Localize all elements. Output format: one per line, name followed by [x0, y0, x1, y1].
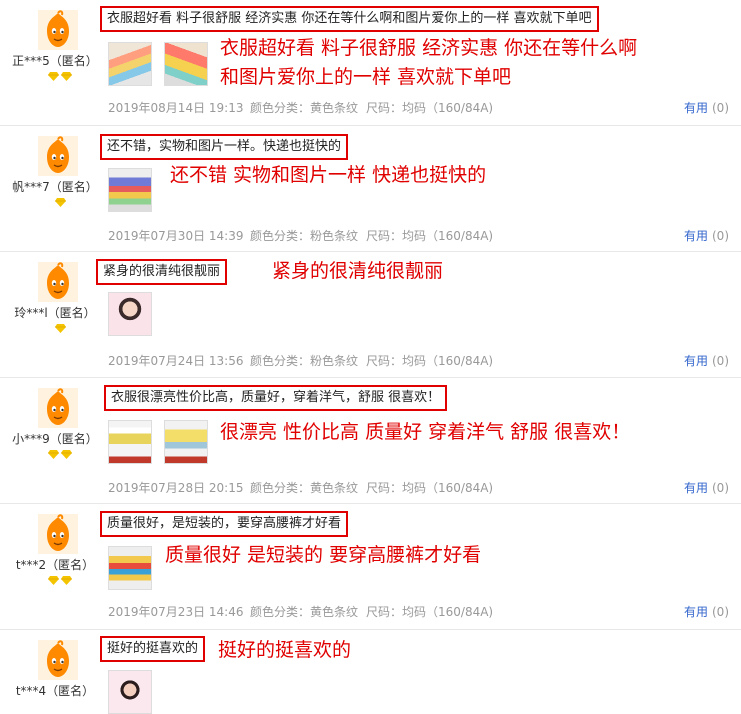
annotation-line: 和图片爱你上的一样 喜欢就下单吧 [220, 66, 512, 88]
review-item: t***2（匿名） 质量很好，是短装的，要穿高腰裤才好看质量很好 是短装的 要穿高… [0, 504, 741, 630]
review-text: 挺好的挺喜欢的 [100, 636, 206, 662]
annotation-line: 挺好的挺喜欢的 [218, 639, 352, 661]
review-date: 2019年07月30日 14:39 [108, 229, 244, 243]
reviewer-name: 小***9（匿名） [12, 432, 98, 446]
diamond-icon [54, 198, 66, 207]
helpful-count: (0) [712, 101, 729, 115]
annotation-text: 还不错 实物和图片一样 快递也挺快的 [170, 161, 486, 190]
user-level-badge [36, 450, 84, 459]
helpful-button[interactable]: 有用 (0) [684, 603, 729, 620]
review-text: 衣服很漂亮性价比高，质量好，穿着洋气，舒服 很喜欢！ [104, 385, 448, 411]
annotation-line: 很漂亮 性价比高 质量好 穿着洋气 舒服 很喜欢！ [220, 421, 631, 443]
review-item: 帆***7（匿名） 还不错，实物和图片一样。快递也挺快的还不错 实物和图片一样 快… [0, 126, 741, 252]
review-list: 正***5（匿名） 衣服超好看 料子很舒服 经济实惠 你还在等什么啊和图片爱你上的… [0, 0, 741, 714]
review-photo-thumbnail[interactable] [108, 42, 152, 86]
review-item: 玲***l（匿名） 紧身的很清纯很靓丽 紧身的很清纯很靓丽 2019年07月24日 1… [0, 252, 741, 378]
annotation-line: 衣服超好看 料子很舒服 经济实惠 你还在等什么啊 [220, 37, 638, 59]
helpful-label[interactable]: 有用 [684, 354, 708, 368]
diamond-icon [54, 324, 66, 333]
diamond-icon [61, 576, 72, 585]
user-avatar[interactable] [38, 640, 78, 680]
size-variant: 尺码：均码（160/84A) [366, 101, 494, 115]
review-item: 小***9（匿名） 衣服很漂亮性价比高，质量好，穿着洋气，舒服 很喜欢！ 很漂亮 性… [0, 378, 741, 504]
review-photo-thumbnail[interactable] [108, 546, 152, 590]
review-photo-thumbnail[interactable] [108, 292, 152, 336]
user-avatar[interactable] [38, 262, 78, 302]
size-variant: 尺码：均码（160/84A) [366, 605, 494, 619]
diamond-icon [48, 72, 59, 81]
user-level-badge [36, 324, 84, 333]
annotation-text: 很漂亮 性价比高 质量好 穿着洋气 舒服 很喜欢！ [220, 418, 630, 447]
review-photo-thumbnail[interactable] [164, 42, 208, 86]
color-variant: 颜色分类：黄色条纹 [250, 101, 359, 115]
helpful-count: (0) [712, 605, 729, 619]
size-variant: 尺码：均码（160/84A) [366, 481, 494, 495]
review-item: 正***5（匿名） 衣服超好看 料子很舒服 经济实惠 你还在等什么啊和图片爱你上的… [0, 0, 741, 126]
review-photo-thumbnail[interactable] [108, 670, 152, 714]
reviewer-name: t***2（匿名） [15, 558, 95, 572]
review-text: 紧身的很清纯很靓丽 [96, 259, 228, 285]
color-variant: 颜色分类：粉色条纹 [250, 229, 359, 243]
diamond-icon [48, 576, 59, 585]
reviewer-name: t***4（匿名） [15, 684, 95, 698]
color-variant: 颜色分类：黄色条纹 [250, 605, 359, 619]
helpful-label[interactable]: 有用 [684, 229, 708, 243]
color-variant: 颜色分类：粉色条纹 [250, 354, 359, 368]
helpful-label[interactable]: 有用 [684, 101, 708, 115]
user-level-badge [36, 72, 84, 81]
user-avatar[interactable] [38, 10, 78, 50]
annotation-line: 还不错 实物和图片一样 快递也挺快的 [170, 164, 487, 186]
user-avatar[interactable] [38, 388, 78, 428]
annotation-text: 挺好的挺喜欢的 [218, 636, 351, 665]
diamond-icon [61, 72, 72, 81]
size-variant: 尺码：均码（160/84A) [366, 354, 494, 368]
review-text: 还不错，实物和图片一样。快递也挺快的 [100, 134, 349, 160]
review-date: 2019年07月24日 13:56 [108, 354, 244, 368]
helpful-label[interactable]: 有用 [684, 605, 708, 619]
review-date: 2019年07月23日 14:46 [108, 605, 244, 619]
annotation-text: 紧身的很清纯很靓丽 [272, 257, 443, 286]
review-text: 衣服超好看 料子很舒服 经济实惠 你还在等什么啊和图片爱你上的一样 喜欢就下单吧 [100, 6, 599, 32]
helpful-button[interactable]: 有用 (0) [684, 352, 729, 369]
annotation-text: 质量很好 是短装的 要穿高腰裤才好看 [165, 541, 481, 570]
review-photo-thumbnail[interactable] [164, 420, 208, 464]
user-level-badge [36, 576, 84, 585]
reviewer-name: 帆***7（匿名） [12, 180, 98, 194]
review-item: t***4（匿名） 挺好的挺喜欢的 挺好的挺喜欢的 [0, 630, 741, 714]
review-date: 2019年07月28日 20:15 [108, 481, 244, 495]
review-text: 质量很好，是短装的，要穿高腰裤才好看 [100, 511, 349, 537]
color-variant: 颜色分类：黄色条纹 [250, 481, 359, 495]
review-date: 2019年08月14日 19:13 [108, 101, 244, 115]
diamond-icon [48, 450, 59, 459]
helpful-button[interactable]: 有用 (0) [684, 227, 729, 244]
annotation-line: 质量很好 是短装的 要穿高腰裤才好看 [165, 544, 482, 566]
review-photo-thumbnail[interactable] [108, 420, 152, 464]
review-photo-thumbnail[interactable] [108, 168, 152, 212]
helpful-count: (0) [712, 354, 729, 368]
annotation-line: 紧身的很清纯很靓丽 [272, 260, 444, 282]
diamond-icon [61, 450, 72, 459]
helpful-count: (0) [712, 229, 729, 243]
reviewer-name: 玲***l（匿名） [14, 306, 96, 320]
helpful-label[interactable]: 有用 [684, 481, 708, 495]
user-avatar[interactable] [38, 136, 78, 176]
helpful-count: (0) [712, 481, 729, 495]
helpful-button[interactable]: 有用 (0) [684, 99, 729, 116]
annotation-text: 衣服超好看 料子很舒服 经济实惠 你还在等什么啊 和图片爱你上的一样 喜欢就下单吧 [220, 34, 637, 92]
helpful-button[interactable]: 有用 (0) [684, 479, 729, 496]
reviewer-name: 正***5（匿名） [12, 54, 98, 68]
size-variant: 尺码：均码（160/84A) [366, 229, 494, 243]
user-level-badge [36, 198, 84, 207]
user-avatar[interactable] [38, 514, 78, 554]
